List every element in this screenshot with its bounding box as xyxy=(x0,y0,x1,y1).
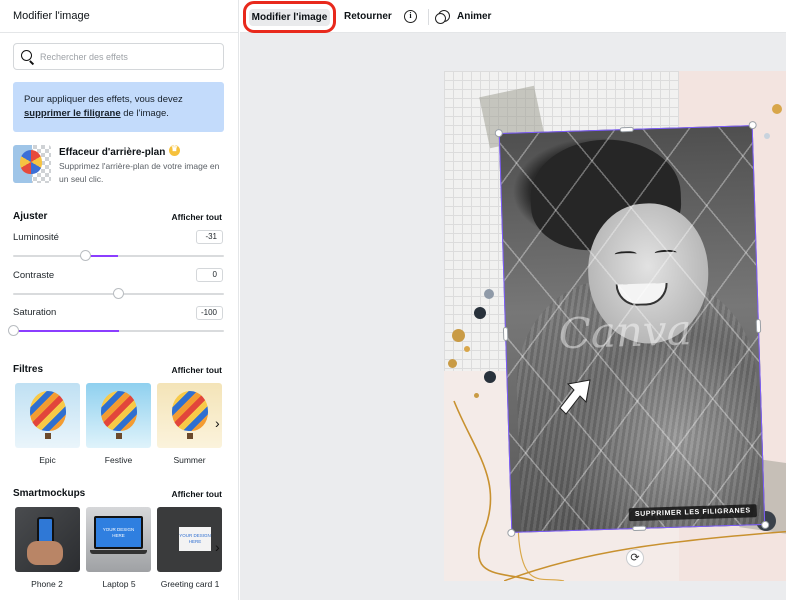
notice-text-before: Pour appliquer des effets, vous devez xyxy=(24,94,183,105)
laptop-screen: YOUR DESIGN HERE xyxy=(94,516,143,549)
divider xyxy=(0,32,239,33)
notice-text-after: de l'image. xyxy=(120,108,169,119)
filter-epic-label: Epic xyxy=(39,455,56,465)
brightness-slider[interactable] xyxy=(13,250,224,261)
contrast-value[interactable]: 0 xyxy=(196,268,223,282)
adjust-see-all-link[interactable]: Afficher tout xyxy=(171,212,222,222)
slider-thumb[interactable] xyxy=(113,288,124,299)
resize-handle[interactable] xyxy=(632,525,647,532)
resize-handle[interactable] xyxy=(502,326,509,342)
rotate-icon[interactable]: ⟳ xyxy=(626,549,644,567)
slider-thumb[interactable] xyxy=(7,325,19,336)
background-remover-title[interactable]: Effaceur d'arrière-plan xyxy=(59,144,181,158)
canvas-workspace[interactable]: Canva SUPPRIMER LES FILIGRANES ⟳ xyxy=(240,33,786,600)
info-icon[interactable]: i xyxy=(404,10,417,23)
design-page[interactable]: Canva SUPPRIMER LES FILIGRANES xyxy=(444,71,786,581)
smartmockups-heading: Smartmockups xyxy=(13,488,86,499)
filter-festive[interactable] xyxy=(86,383,151,448)
selection-frame[interactable] xyxy=(494,120,770,538)
mockup-phone[interactable] xyxy=(15,507,80,572)
saturation-value[interactable]: -100 xyxy=(196,306,223,320)
greeting-card: YOUR DESIGN HERE xyxy=(179,527,211,551)
saturation-label: Saturation xyxy=(13,307,57,318)
filter-summer[interactable] xyxy=(157,383,222,448)
cursor-arrow-icon xyxy=(559,379,591,415)
crown-icon xyxy=(169,144,181,156)
filters-next-arrow-icon[interactable]: › xyxy=(215,415,220,431)
animate-icon[interactable] xyxy=(435,10,450,24)
contrast-label: Contraste xyxy=(13,270,55,281)
edit-image-button-highlight[interactable]: Modifier l'image xyxy=(243,1,336,33)
mockup-greeting-card-label: Greeting card 1 xyxy=(160,579,220,589)
image-toolbar: Modifier l'image Retourner i Animer xyxy=(240,0,786,33)
resize-handle[interactable] xyxy=(494,128,503,138)
resize-handle[interactable] xyxy=(619,126,634,133)
brightness-value[interactable]: -31 xyxy=(196,230,223,244)
effects-search-input[interactable] xyxy=(40,49,220,65)
resize-handle[interactable] xyxy=(755,318,762,334)
animate-button[interactable]: Animer xyxy=(457,11,491,22)
brightness-label: Luminosité xyxy=(13,232,59,243)
watermark-notice: Pour appliquer des effets, vous devez su… xyxy=(13,82,224,132)
filters-heading: Filtres xyxy=(13,364,44,375)
smartmockups-see-all-link[interactable]: Afficher tout xyxy=(171,489,222,499)
background-remover-thumbnail[interactable] xyxy=(13,145,51,183)
effects-search-box[interactable] xyxy=(13,43,224,70)
edit-image-panel: Modifier l'image Pour appliquer des effe… xyxy=(0,0,239,600)
mockup-laptop-label: Laptop 5 xyxy=(102,579,136,589)
flip-button[interactable]: Retourner xyxy=(344,11,392,22)
background-remover-description: Supprimez l'arrière-plan de votre image … xyxy=(59,161,220,184)
filter-summer-label: Summer xyxy=(173,455,206,465)
mockup-phone-label: Phone 2 xyxy=(31,579,63,589)
toolbar-divider xyxy=(428,9,429,25)
remove-watermark-link[interactable]: supprimer le filigrane xyxy=(24,108,121,119)
saturation-slider[interactable] xyxy=(7,325,224,336)
filter-festive-label: Festive xyxy=(104,455,133,465)
balloon-image xyxy=(20,150,42,174)
filter-epic[interactable] xyxy=(15,383,80,448)
mockup-laptop[interactable]: YOUR DESIGN HERE xyxy=(86,507,151,572)
slider-thumb[interactable] xyxy=(80,250,92,261)
mockup-greeting-card[interactable]: YOUR DESIGN HERE xyxy=(157,507,222,572)
mockups-next-arrow-icon[interactable]: › xyxy=(215,539,220,555)
contrast-slider[interactable] xyxy=(13,288,224,299)
edit-image-button[interactable]: Modifier l'image xyxy=(249,9,330,26)
filters-see-all-link[interactable]: Afficher tout xyxy=(171,365,222,375)
search-icon xyxy=(21,50,35,64)
adjust-heading: Ajuster xyxy=(13,211,48,222)
panel-title: Modifier l'image xyxy=(13,10,90,22)
